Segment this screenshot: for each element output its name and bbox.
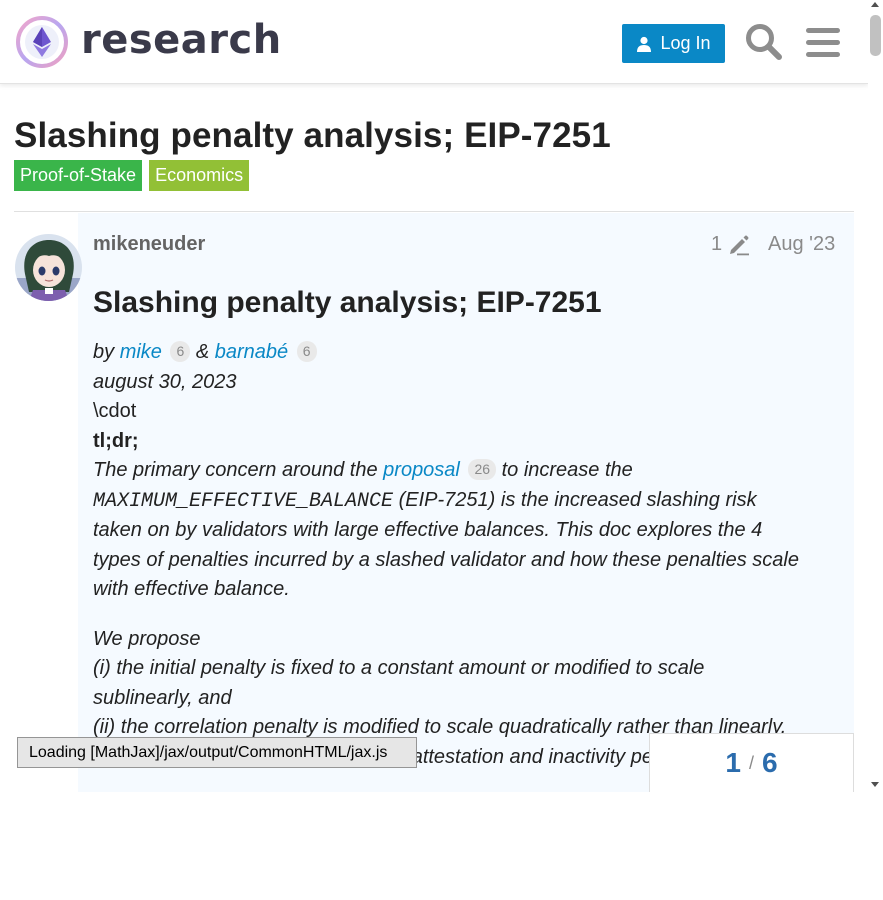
scrollbar-thumb[interactable] — [870, 15, 881, 56]
hamburger-menu-icon — [806, 28, 840, 57]
scroll-down-arrow-icon[interactable] — [871, 782, 879, 787]
progress-separator: / — [748, 752, 754, 773]
byline: by mike 6 & barnabé 6 — [93, 338, 841, 368]
topic-title[interactable]: Slashing penalty analysis; EIP-7251 — [14, 116, 611, 156]
avatar-image-icon — [15, 234, 82, 301]
log-in-button[interactable]: Log In — [622, 24, 725, 63]
author-link-mike[interactable]: mike — [120, 341, 162, 363]
topic-tags: Proof-of-Stake Economics — [14, 160, 250, 191]
site-header: research Log In — [0, 0, 868, 84]
paragraph-text: to increase the — [501, 459, 633, 481]
code-constant: MAXIMUM_EFFECTIVE_BALANCE — [93, 489, 394, 513]
mathjax-loading-status: Loading [MathJax]/jax/output/CommonHTML/… — [17, 737, 417, 768]
log-in-label: Log In — [660, 33, 711, 53]
topic-divider — [14, 211, 854, 212]
paragraph-line: types of penalties incurred by a slashed… — [93, 548, 799, 571]
paragraph-line: (i) the initial penalty is fixed to a co… — [93, 657, 705, 679]
tag-economics[interactable]: Economics — [149, 160, 250, 191]
date-line: august 30, 2023 — [93, 370, 237, 393]
pencil-icon — [730, 235, 750, 255]
topic-progress-indicator[interactable]: 1 / 6 — [649, 733, 854, 792]
user-icon — [637, 36, 652, 52]
edit-count: 1 — [711, 233, 723, 255]
paragraph-line: with effective balance. — [93, 578, 290, 600]
tag-proof-of-stake[interactable]: Proof-of-Stake — [14, 160, 143, 191]
scroll-up-arrow-icon[interactable] — [871, 2, 879, 7]
byline-ampersand: & — [195, 341, 210, 363]
progress-total: 6 — [762, 747, 778, 778]
edit-history-button[interactable]: 1 — [711, 233, 750, 256]
link-click-count-badge: 6 — [296, 341, 317, 362]
paragraph-line: We propose — [93, 627, 201, 650]
post-author-name[interactable]: mikeneuder — [93, 233, 205, 256]
logo-text: research — [81, 17, 282, 63]
tldr-heading: tl;dr; — [93, 429, 139, 452]
search-button[interactable] — [743, 21, 785, 63]
paragraph-text: The primary concern around the — [93, 459, 378, 481]
vertical-scrollbar[interactable] — [868, 0, 883, 792]
author-link-barnabe[interactable]: barnabé — [215, 341, 288, 363]
author-avatar[interactable] — [15, 234, 82, 301]
post-heading: Slashing penalty analysis; EIP-7251 — [93, 286, 602, 319]
link-click-count-badge: 6 — [170, 341, 191, 362]
paragraph-text: (EIP-7251) is the increased slashing ris… — [398, 488, 757, 511]
page-viewport: research Log In Slashing penalty analysi… — [0, 0, 868, 792]
site-logo[interactable]: research — [15, 14, 282, 70]
post-content: by mike 6 & barnabé 6 august 30, 2023 \c… — [93, 338, 841, 772]
byline-by: by — [93, 341, 115, 363]
paragraph-line: The primary concern around the proposal … — [93, 456, 841, 486]
cdot-line: \cdot — [93, 400, 137, 422]
progress-current: 1 — [725, 747, 741, 778]
post-date[interactable]: Aug '23 — [768, 233, 835, 256]
hamburger-menu-button[interactable] — [802, 21, 844, 63]
link-click-count-badge: 26 — [468, 459, 497, 480]
paragraph-line: sublinearly, and — [93, 686, 232, 709]
proposal-link[interactable]: proposal — [383, 459, 460, 481]
paragraph-line: MAXIMUM_EFFECTIVE_BALANCE (EIP-7251) is … — [93, 486, 841, 517]
ethereum-research-logo-icon — [16, 16, 68, 68]
paragraph-line: taken on by validators with large effect… — [93, 519, 763, 541]
search-icon — [746, 24, 782, 60]
